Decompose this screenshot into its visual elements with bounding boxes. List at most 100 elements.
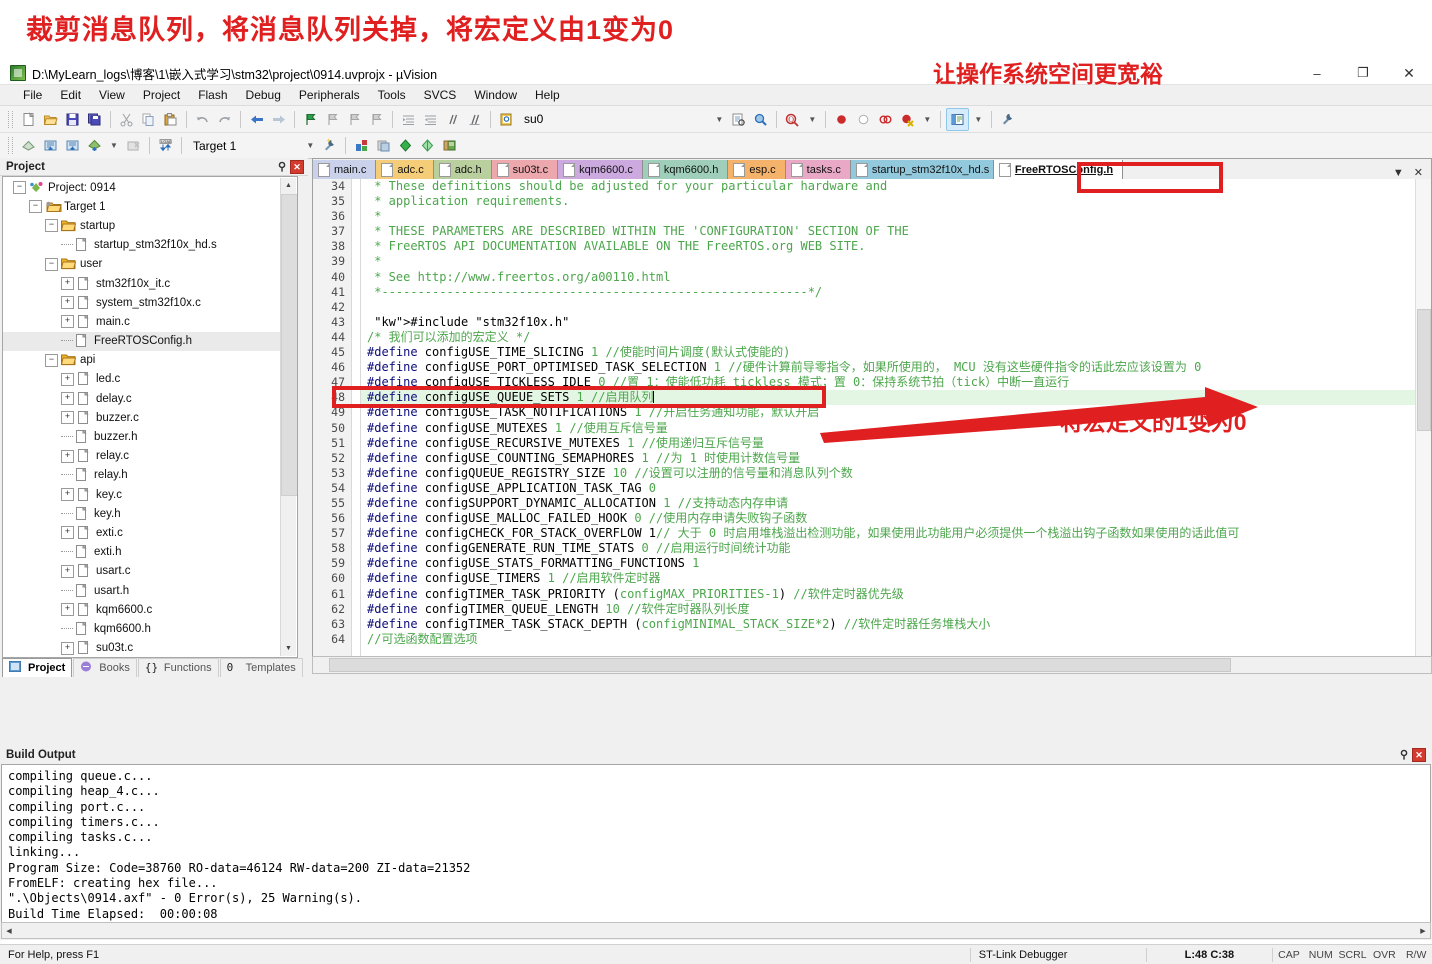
tree-expand-icon[interactable]: + <box>61 315 74 329</box>
code-line[interactable]: #define configTIMER_TASK_PRIORITY (confi… <box>361 587 1431 602</box>
comment-icon[interactable] <box>442 109 463 130</box>
stop-build-icon[interactable] <box>123 135 144 156</box>
code-line[interactable]: #define configUSE_APPLICATION_TASK_TAG 0 <box>361 481 1431 496</box>
tree-expand-icon[interactable]: + <box>61 564 74 578</box>
tree-item-api[interactable]: − api <box>3 351 281 370</box>
menu-window[interactable]: Window <box>465 86 526 104</box>
menu-tools[interactable]: Tools <box>369 86 415 104</box>
tree-collapse-icon[interactable]: − <box>45 257 58 271</box>
code-line[interactable]: /* 我们可以添加的宏定义 */ <box>361 330 1431 345</box>
tree-item-freertosconfig-h[interactable]: FreeRTOSConfig.h <box>3 331 281 351</box>
find-scope-dropdown[interactable]: ▼ <box>804 109 820 129</box>
tree-expand-icon[interactable]: + <box>61 488 74 502</box>
open-file-icon[interactable] <box>40 109 61 130</box>
tree-item-exti-h[interactable]: exti.h <box>3 543 281 562</box>
kill-all-breakpoints-icon[interactable] <box>897 109 918 130</box>
enable-breakpoint-icon[interactable] <box>853 109 874 130</box>
code-line[interactable]: * These definitions should be adjusted f… <box>361 179 1431 194</box>
configuration-wizard-icon[interactable] <box>997 109 1018 130</box>
manage-components-icon[interactable] <box>351 135 372 156</box>
rebuild-icon[interactable] <box>62 135 83 156</box>
tree-item-startup[interactable]: − startup <box>3 216 281 235</box>
maximize-button[interactable]: ❐ <box>1340 62 1386 84</box>
find-in-files-icon[interactable] <box>496 109 517 130</box>
bookmark-prev-icon[interactable] <box>322 109 343 130</box>
code-line[interactable]: #define configTIMER_QUEUE_LENGTH 10 //软件… <box>361 602 1431 617</box>
tree-item-buzzer-c[interactable]: + buzzer.c <box>3 408 281 427</box>
code-line[interactable]: #define configUSE_QUEUE_SETS 1 //启用队列 <box>361 390 1431 406</box>
menu-debug[interactable]: Debug <box>237 86 290 104</box>
code-area[interactable]: 34 35 36 37 38 39 40 41 42 43 44 45 46 47 48 49 50 51 52 53… <box>313 179 1431 656</box>
menu-file[interactable]: File <box>14 86 51 104</box>
batch-build-icon[interactable] <box>84 135 105 156</box>
close-button[interactable]: ✕ <box>1386 62 1432 84</box>
code-line[interactable]: * application requirements. <box>361 194 1431 209</box>
tree-item-user[interactable]: − user <box>3 255 281 274</box>
code-line[interactable]: #define configTIMER_TASK_STACK_DEPTH (co… <box>361 617 1431 632</box>
tree-item-system-stm32f10x-c[interactable]: + system_stm32f10x.c <box>3 293 281 312</box>
undo-icon[interactable] <box>192 109 213 130</box>
tree-item-project-0914[interactable]: − Project: 0914 <box>3 178 281 197</box>
code-line[interactable]: "kw">#include "stm32f10x.h" <box>361 315 1431 330</box>
target-combo-value[interactable]: Target 1 <box>187 139 242 153</box>
menu-edit[interactable]: Edit <box>51 86 90 104</box>
code-text[interactable]: * These definitions should be adjusted f… <box>361 179 1431 656</box>
editor-tab-kqm6600-h[interactable]: kqm6600.h <box>642 160 729 179</box>
editor-tab-esp-c[interactable]: esp.c <box>728 160 786 179</box>
project-window-icon[interactable] <box>946 107 970 131</box>
download-icon[interactable]: LOAD <box>155 135 176 156</box>
tree-expand-icon[interactable]: + <box>61 372 74 386</box>
code-line[interactable]: *---------------------------------------… <box>361 285 1431 300</box>
tree-item-relay-h[interactable]: relay.h <box>3 466 281 485</box>
tree-expand-icon[interactable]: + <box>61 603 74 617</box>
editor-tab-startup-stm32f10x-hd-s[interactable]: startup_stm32f10x_hd.s <box>850 160 994 179</box>
minimize-button[interactable]: – <box>1294 62 1340 84</box>
code-line[interactable]: #define configUSE_COUNTING_SEMAPHORES 1 … <box>361 451 1431 466</box>
tree-item-usart-h[interactable]: usart.h <box>3 581 281 600</box>
tree-collapse-icon[interactable]: − <box>45 353 58 367</box>
breakpoint-dropdown[interactable]: ▼ <box>919 109 935 129</box>
tree-expand-icon[interactable]: + <box>61 526 74 540</box>
navigate-back-icon[interactable] <box>246 109 267 130</box>
tree-expand-icon[interactable]: + <box>61 296 74 310</box>
editor-tab-adc-c[interactable]: adc.c <box>376 160 434 179</box>
menu-flash[interactable]: Flash <box>189 86 236 104</box>
pin-icon[interactable]: ⚲ <box>278 160 286 173</box>
pack-installer-icon[interactable] <box>395 135 416 156</box>
tree-item-key-h[interactable]: key.h <box>3 504 281 523</box>
toolbar-grip[interactable] <box>8 110 13 128</box>
build-icon[interactable] <box>40 135 61 156</box>
incremental-find-icon[interactable] <box>728 109 749 130</box>
tab-functions[interactable]: {} Functions <box>137 658 219 677</box>
scroll-up-icon[interactable]: ▲ <box>281 178 296 193</box>
code-line[interactable]: * See http://www.freertos.org/a00110.htm… <box>361 270 1431 285</box>
target-options-icon[interactable] <box>319 135 340 156</box>
uncomment-icon[interactable] <box>464 109 485 130</box>
paste-icon[interactable] <box>160 109 181 130</box>
translate-icon[interactable] <box>18 135 39 156</box>
code-line[interactable]: * <box>361 254 1431 269</box>
tab-templates[interactable]: 0 Templates <box>219 658 303 677</box>
editor-horizontal-scrollbar[interactable] <box>312 656 1432 674</box>
close-icon[interactable]: ✕ <box>290 159 304 174</box>
multi-project-icon[interactable] <box>373 135 394 156</box>
project-window-dropdown[interactable]: ▼ <box>970 109 986 129</box>
code-line[interactable]: #define configUSE_RECURSIVE_MUTEXES 1 //… <box>361 436 1431 451</box>
save-all-icon[interactable] <box>84 109 105 130</box>
code-line[interactable]: #define configCHECK_FOR_STACK_OVERFLOW 1… <box>361 526 1431 541</box>
scroll-thumb[interactable] <box>281 194 297 496</box>
menu-view[interactable]: View <box>90 86 134 104</box>
code-line[interactable]: #define configUSE_STATS_FORMATTING_FUNCT… <box>361 556 1431 571</box>
menu-project[interactable]: Project <box>134 86 189 104</box>
code-line[interactable]: #define configUSE_TASK_NOTIFICATIONS 1 /… <box>361 405 1431 420</box>
code-line[interactable]: * FreeRTOS API DOCUMENTATION AVAILABLE O… <box>361 239 1431 254</box>
find-combo-icon[interactable]: Q <box>782 109 803 130</box>
close-icon[interactable]: ✕ <box>1412 747 1426 762</box>
tree-collapse-icon[interactable]: − <box>45 219 58 233</box>
copy-icon[interactable] <box>138 109 159 130</box>
build-output-scrollbar[interactable]: ◀ ▶ <box>1 922 1431 939</box>
tree-item-main-c[interactable]: + main.c <box>3 312 281 331</box>
scroll-thumb[interactable] <box>1417 309 1431 431</box>
code-line[interactable]: #define configUSE_MUTEXES 1 //使用互斥信号量 <box>361 421 1431 436</box>
save-icon[interactable] <box>62 109 83 130</box>
